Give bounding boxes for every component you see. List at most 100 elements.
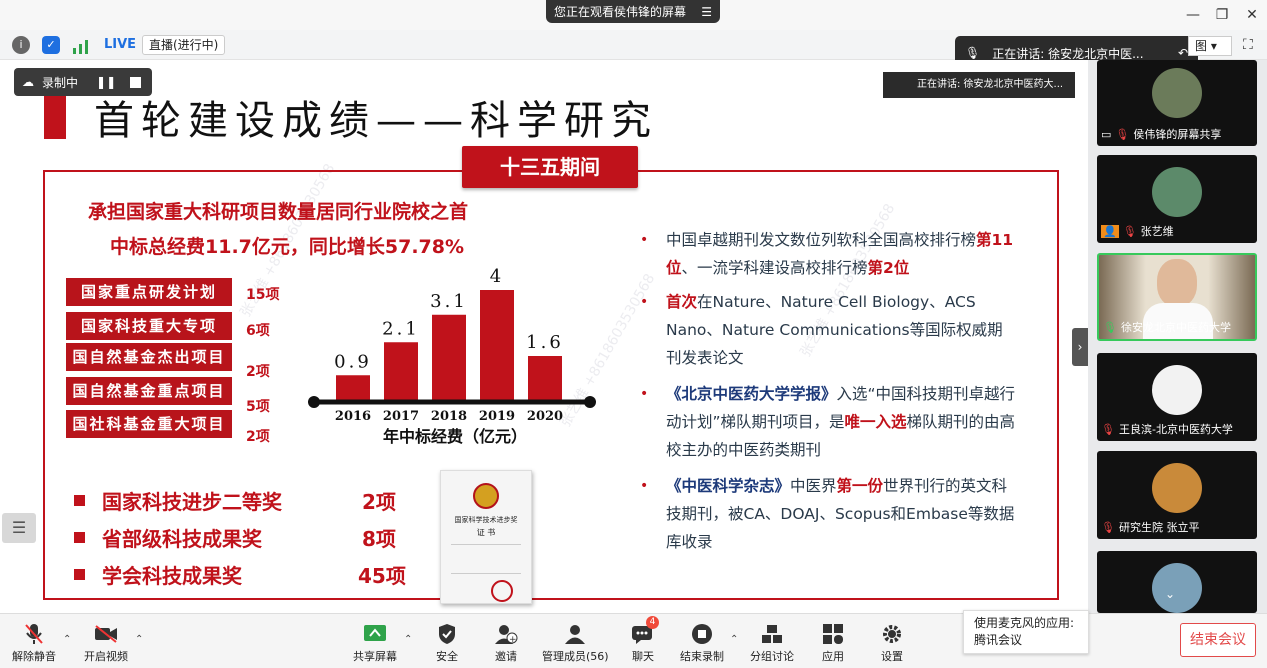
manage-members-button[interactable]: 管理成员(56) bbox=[542, 622, 609, 664]
bullet-highlight: 第2位 bbox=[867, 259, 910, 277]
breakout-label: 分组讨论 bbox=[750, 650, 794, 663]
unmute-button[interactable]: 解除静音 bbox=[12, 622, 56, 664]
share-screen-button[interactable]: 共享屏幕 bbox=[353, 622, 397, 664]
mic-off-icon: 🎙 bbox=[1122, 224, 1137, 238]
video-label: 开启视频 bbox=[84, 650, 128, 663]
chart-x-label: 年中标经费（亿元） bbox=[383, 427, 527, 446]
participant-tile[interactable]: 🎙 王良滨-北京中医药大学 bbox=[1097, 353, 1257, 441]
certificate-body bbox=[451, 544, 521, 574]
list-menu-icon[interactable]: ☰ bbox=[2, 513, 36, 543]
unmute-label: 解除静音 bbox=[12, 650, 56, 663]
recording-indicator: ☁ 录制中 ❚❚ bbox=[14, 68, 152, 96]
stop-recording-button[interactable]: 结束录制 bbox=[680, 622, 724, 664]
svg-text:+: + bbox=[509, 635, 517, 645]
chart-value-label: 0.9 bbox=[334, 351, 372, 372]
chart-bar bbox=[480, 290, 514, 400]
award-count: 45项 bbox=[358, 564, 406, 588]
chevron-up-icon[interactable]: ⌃ bbox=[135, 634, 143, 645]
bullet-highlight: 首次 bbox=[666, 293, 698, 311]
headline-2: 中标总经费11.7亿元，同比增长57.78% bbox=[110, 236, 465, 258]
project-label: 国自然基金重点项目 bbox=[66, 377, 232, 405]
chart-category-label: 2019 bbox=[479, 409, 515, 424]
bullet-highlight: 第一份 bbox=[836, 477, 884, 495]
pause-icon[interactable]: ❚❚ bbox=[96, 75, 116, 89]
chart-value-label: 2.1 bbox=[382, 318, 420, 339]
info-icon[interactable]: i bbox=[12, 36, 30, 54]
project-count: 2项 bbox=[246, 429, 270, 445]
stop-icon[interactable] bbox=[130, 76, 142, 88]
video-off-icon bbox=[93, 622, 119, 646]
mic-off-icon: 🎙 bbox=[1101, 520, 1115, 534]
mic-on-icon: 🎙 bbox=[1103, 320, 1117, 334]
participant-tile[interactable]: 👤 🎙 张艺维 bbox=[1097, 155, 1257, 243]
project-label: 国社科基金重大项目 bbox=[66, 410, 232, 438]
bullet-item: • 《中医科学杂志》中医界第一份世界刊行的英文科技期刊，被CA、DOAJ、Sco… bbox=[640, 477, 1015, 551]
minimize-icon[interactable]: — bbox=[1184, 6, 1202, 24]
chat-label: 聊天 bbox=[632, 650, 654, 663]
live-status[interactable]: 直播(进行中) bbox=[142, 35, 226, 55]
headline-1: 承担国家重大科研项目数量居同行业院校之首 bbox=[88, 201, 469, 223]
certificate-title: 国家科学技术进步奖 bbox=[454, 516, 518, 524]
signal-icon[interactable] bbox=[72, 39, 90, 54]
emblem-icon bbox=[473, 483, 499, 509]
participant-tile[interactable]: 🎙 研究生院 张立平 bbox=[1097, 451, 1257, 539]
participant-name: 研究生院 张立平 bbox=[1118, 521, 1200, 534]
award-count: 2项 bbox=[362, 490, 396, 514]
live-badge: LIVE bbox=[104, 37, 137, 52]
apps-label: 应用 bbox=[822, 650, 844, 663]
avatar bbox=[1152, 463, 1202, 513]
bullet-text: 在Nature、Nature Cell Biology、ACS Nano、Nat… bbox=[666, 293, 1003, 367]
mic-icon: 🎙 bbox=[965, 46, 981, 60]
end-meeting-button[interactable]: 结束会议 bbox=[1180, 623, 1256, 657]
mic-usage-line1: 使用麦克风的应用: bbox=[974, 616, 1075, 630]
bullet-item: • 首次在Nature、Nature Cell Biology、ACS Nano… bbox=[640, 293, 1003, 367]
breakout-icon bbox=[759, 622, 785, 646]
invite-button[interactable]: + 邀请 bbox=[493, 622, 519, 664]
scroll-down-icon[interactable]: ⌄ bbox=[1165, 587, 1175, 601]
menu-icon[interactable]: ☰ bbox=[701, 5, 712, 19]
mic-usage-line2: 腾讯会议 bbox=[974, 633, 1023, 647]
award-item: 学会科技成果奖 bbox=[74, 560, 242, 589]
view-switch-button[interactable]: 图 ▾ bbox=[1188, 36, 1232, 56]
viewing-banner[interactable]: 您正在观看侯伟锋的屏幕 ☰ bbox=[546, 0, 720, 23]
project-label: 国家重点研发计划 bbox=[66, 278, 232, 306]
participant-tile-active[interactable]: 🎙 徐安龙北京中医药大学 bbox=[1097, 253, 1257, 341]
settings-button[interactable]: 设置 bbox=[879, 622, 905, 664]
close-icon[interactable]: ✕ bbox=[1243, 6, 1261, 24]
collapse-panel-button[interactable]: › bbox=[1072, 328, 1088, 366]
chart-category-label: 2018 bbox=[431, 409, 467, 424]
bullet-item: • 《北京中医药大学学报》入选“中国科技期刊卓越行动计划”梯队期刊项目，是唯一入… bbox=[640, 385, 1016, 459]
participant-name: 王良滨-北京中医药大学 bbox=[1118, 423, 1233, 436]
award-label: 国家科技进步二等奖 bbox=[102, 490, 282, 514]
chat-icon: 4 bbox=[630, 616, 659, 646]
security-button[interactable]: 安全 bbox=[434, 622, 460, 664]
apps-button[interactable]: 应用 bbox=[820, 622, 846, 664]
chevron-up-icon[interactable]: ⌃ bbox=[730, 634, 738, 645]
chevron-up-icon[interactable]: ⌃ bbox=[404, 634, 412, 645]
participant-name: 徐安龙北京中医药大学 bbox=[1120, 321, 1231, 334]
project-count: 15项 bbox=[246, 287, 280, 303]
chart-value-label: 1.6 bbox=[526, 332, 564, 353]
chat-button[interactable]: 4 聊天 bbox=[630, 616, 659, 664]
participant-tile[interactable]: ▭ 🎙 侯伟锋的屏幕共享 bbox=[1097, 60, 1257, 146]
mic-off-icon bbox=[21, 622, 47, 646]
chevron-up-icon[interactable]: ⌃ bbox=[63, 634, 71, 645]
stop-record-label: 结束录制 bbox=[680, 650, 724, 663]
start-video-button[interactable]: 开启视频 bbox=[84, 622, 128, 664]
participant-name: 侯伟锋的屏幕共享 bbox=[1133, 128, 1222, 141]
share-screen-icon bbox=[362, 622, 388, 646]
shield-icon[interactable]: ✓ bbox=[42, 36, 60, 54]
breakout-button[interactable]: 分组讨论 bbox=[750, 622, 794, 664]
gear-icon bbox=[879, 622, 905, 646]
award-label: 学会科技成果奖 bbox=[102, 564, 242, 588]
bullet-text: 中国卓越期刊发文数位列软科全国高校排行榜 bbox=[666, 231, 977, 249]
participant-tile[interactable]: ⌄ bbox=[1097, 551, 1257, 613]
back-icon[interactable]: ↶ bbox=[1178, 46, 1188, 60]
project-count: 6项 bbox=[246, 323, 270, 339]
avatar bbox=[1152, 365, 1202, 415]
certificate-image: 国家科学技术进步奖 证 书 bbox=[440, 470, 532, 604]
restore-icon[interactable]: ❐ bbox=[1213, 6, 1231, 24]
participant-name: 张艺维 bbox=[1140, 225, 1174, 238]
fullscreen-icon[interactable]: ⛶ bbox=[1243, 37, 1253, 53]
chart-category-label: 2020 bbox=[527, 409, 563, 424]
